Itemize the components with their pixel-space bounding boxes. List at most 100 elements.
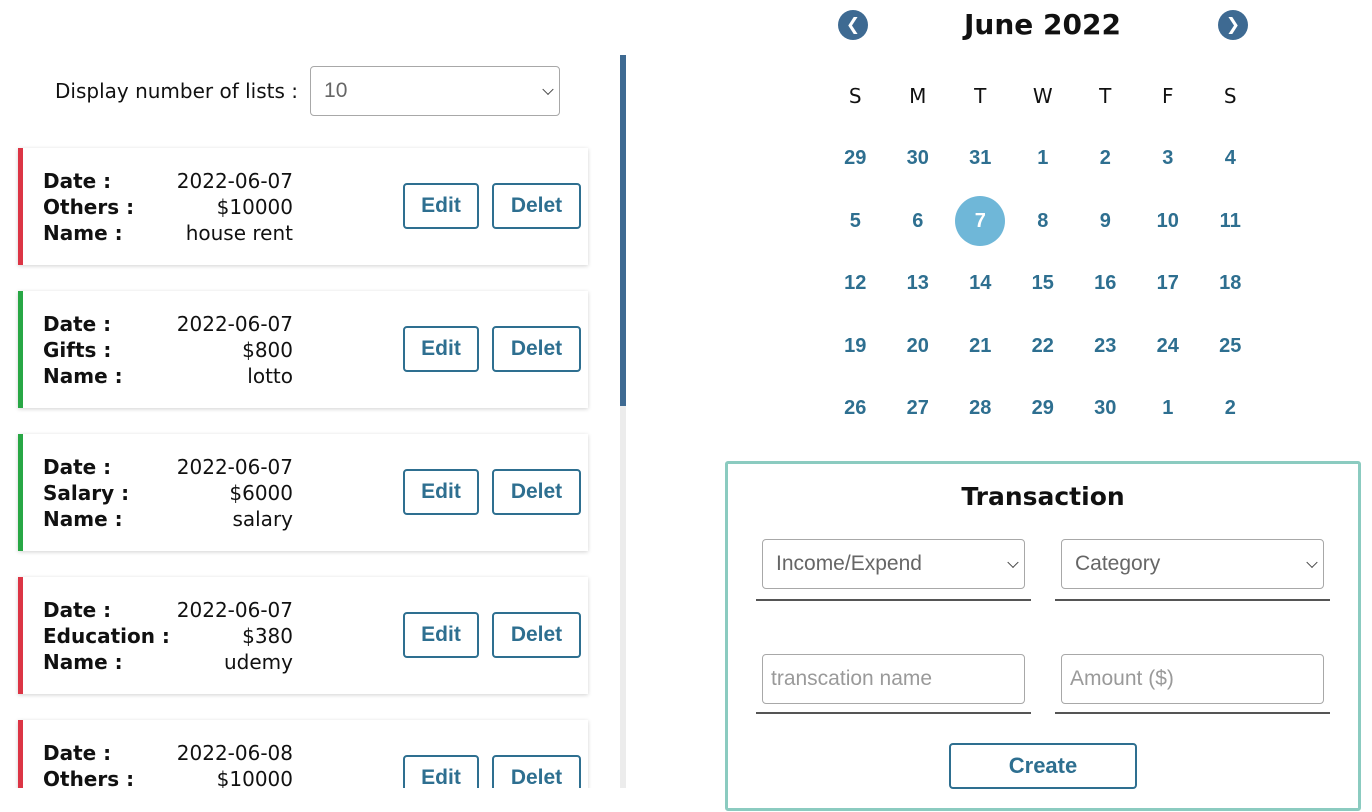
calendar-weekday-header: S M T W T F S — [824, 82, 1262, 110]
category-value: Category — [1075, 552, 1161, 575]
edit-button[interactable]: Edit — [403, 326, 479, 372]
calendar-day[interactable]: 15 — [1012, 258, 1075, 308]
calendar-day[interactable]: 18 — [1199, 258, 1262, 308]
transaction-name: udemy — [224, 650, 293, 674]
list-scrollbar-thumb[interactable] — [620, 55, 626, 406]
amount-placeholder: Amount ($) — [1070, 667, 1174, 690]
calendar-day[interactable]: 14 — [949, 258, 1012, 308]
chevron-down-icon — [1306, 556, 1318, 569]
edit-button[interactable]: Edit — [403, 469, 479, 515]
calendar-day[interactable]: 3 — [1137, 133, 1200, 183]
income-expend-select[interactable]: Income/Expend — [762, 539, 1025, 589]
weekday-label: T — [974, 84, 987, 108]
income-expend-value: Income/Expend — [776, 552, 922, 575]
calendar-week: 19 20 21 22 23 24 25 — [824, 321, 1262, 371]
calendar-day[interactable]: 17 — [1137, 258, 1200, 308]
edit-button[interactable]: Edit — [403, 755, 479, 788]
calendar-day[interactable]: 13 — [887, 258, 950, 308]
name-label: Name : — [43, 507, 123, 531]
calendar-day[interactable]: 28 — [949, 383, 1012, 433]
name-label: Name : — [43, 650, 123, 674]
calendar-day[interactable]: 9 — [1074, 196, 1137, 246]
transaction-card: Date : 2022-06-07 Gifts : $800 Name : lotto… — [18, 291, 588, 408]
transaction-name-placeholder: transcation name — [771, 667, 933, 690]
calendar-day[interactable]: 2 — [1199, 383, 1262, 433]
delete-button[interactable]: Delet — [492, 326, 581, 372]
display-count-value: 10 — [324, 79, 348, 102]
calendar-week: 12 13 14 15 16 17 18 — [824, 258, 1262, 308]
calendar-day[interactable]: 1 — [1137, 383, 1200, 433]
transaction-card: Date : 2022-06-07 Salary : $6000 Name : sal… — [18, 434, 588, 551]
calendar-day[interactable]: 29 — [1012, 383, 1075, 433]
calendar-day[interactable]: 16 — [1074, 258, 1137, 308]
calendar-day[interactable]: 23 — [1074, 321, 1137, 371]
prev-month-icon[interactable]: ❮ — [838, 10, 868, 40]
edit-button[interactable]: Edit — [403, 183, 479, 229]
category-label: Others : — [43, 195, 135, 219]
calendar-day[interactable]: 4 — [1199, 133, 1262, 183]
date-label: Date : — [43, 598, 112, 622]
delete-button[interactable]: Delet — [492, 612, 581, 658]
transaction-amount: $10000 — [216, 195, 293, 219]
calendar-day[interactable]: 11 — [1199, 196, 1262, 246]
weekday-label: S — [1223, 84, 1237, 108]
calendar-day[interactable]: 22 — [1012, 321, 1075, 371]
calendar-day[interactable]: 29 — [824, 133, 887, 183]
transaction-name-input[interactable]: transcation name — [762, 654, 1025, 704]
amount-field: Amount ($) — [1055, 654, 1330, 714]
calendar-week: 5 6 7 8 9 10 11 — [824, 196, 1262, 246]
calendar-day[interactable]: 8 — [1012, 196, 1075, 246]
weekday-label: F — [1161, 84, 1174, 108]
transaction-list-panel: Display number of lists : 10 Date : 2022-… — [0, 0, 626, 812]
delete-button[interactable]: Delet — [492, 469, 581, 515]
create-button[interactable]: Create — [949, 743, 1137, 789]
calendar-day[interactable]: 27 — [887, 383, 950, 433]
transaction-date: 2022-06-07 — [176, 455, 293, 479]
weekday-label: M — [909, 84, 927, 108]
weekday-label: T — [1099, 84, 1112, 108]
calendar-day[interactable]: 25 — [1199, 321, 1262, 371]
calendar-day[interactable]: 5 — [824, 196, 887, 246]
transaction-card: Date :2022-06-08 Others :$10000 Name : E… — [18, 720, 588, 788]
transaction-fields: Date : 2022-06-07 Salary : $6000 Name : sal… — [43, 454, 293, 532]
amount-input[interactable]: Amount ($) — [1061, 654, 1324, 704]
transaction-amount: $6000 — [229, 481, 293, 505]
edit-button[interactable]: Edit — [403, 612, 479, 658]
transaction-fields: Date : 2022-06-07 Education : $380 Name : u… — [43, 597, 293, 675]
calendar-day[interactable]: 30 — [1074, 383, 1137, 433]
next-month-icon[interactable]: ❯ — [1218, 10, 1248, 40]
calendar-day[interactable]: 20 — [887, 321, 950, 371]
calendar-day[interactable]: 10 — [1137, 196, 1200, 246]
calendar-day[interactable]: 6 — [887, 196, 950, 246]
calendar-week: 26 27 28 29 30 1 2 — [824, 383, 1262, 433]
calendar-day[interactable]: 30 — [887, 133, 950, 183]
calendar-day[interactable]: 19 — [824, 321, 887, 371]
category-field: Category — [1055, 539, 1330, 601]
display-count-select[interactable]: 10 — [310, 66, 561, 116]
transaction-amount: $380 — [242, 624, 293, 648]
transaction-date: 2022-06-07 — [176, 312, 293, 336]
calendar-day[interactable]: 24 — [1137, 321, 1200, 371]
weekday-label: S — [848, 84, 862, 108]
category-select[interactable]: Category — [1061, 539, 1324, 589]
name-label: Name : — [43, 221, 123, 245]
calendar-day[interactable]: 12 — [824, 258, 887, 308]
calendar-week: 29 30 31 1 2 3 4 — [824, 133, 1262, 183]
date-label: Date : — [43, 169, 112, 193]
calendar-month-title: June 2022 — [964, 8, 1121, 41]
transaction-card: Date : 2022-06-07 Education : $380 Name : u… — [18, 577, 588, 694]
transaction-date: 2022-06-07 — [176, 169, 293, 193]
transaction-list[interactable]: Date : 2022-06-07 Others : $10000 Name : ho… — [0, 140, 615, 788]
chevron-down-icon — [1007, 556, 1019, 569]
delete-button[interactable]: Delet — [492, 183, 581, 229]
calendar-day[interactable]: 21 — [949, 321, 1012, 371]
delete-button[interactable]: Delet — [492, 755, 581, 788]
calendar-day[interactable]: 2 — [1074, 133, 1137, 183]
calendar-day-selected[interactable]: 7 — [949, 196, 1012, 246]
transaction-date: 2022-06-07 — [176, 598, 293, 622]
calendar-day[interactable]: 1 — [1012, 133, 1075, 183]
type-field: Income/Expend — [756, 539, 1031, 601]
calendar-day[interactable]: 31 — [949, 133, 1012, 183]
calendar-day[interactable]: 26 — [824, 383, 887, 433]
transaction-amount: $800 — [242, 338, 293, 362]
